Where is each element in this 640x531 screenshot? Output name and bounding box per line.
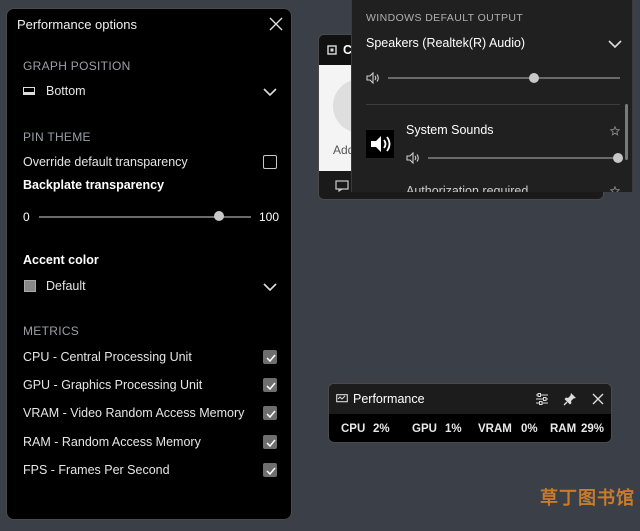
metric-name-gpu: GPU [412, 423, 437, 435]
metric-name-ram: RAM [550, 423, 577, 435]
chevron-down-icon[interactable] [263, 87, 277, 97]
metrics-heading: METRICS [23, 324, 80, 338]
performance-monitor-icon [336, 394, 348, 403]
metric-value-ram: 29% [581, 423, 605, 435]
accent-color-swatch [24, 280, 36, 292]
metric-checkbox-vram[interactable] [263, 406, 277, 420]
star-icon[interactable] [610, 126, 620, 136]
metric-value-cpu: 2% [373, 423, 390, 435]
star-icon[interactable] [610, 186, 620, 192]
checkmark-icon [266, 439, 276, 448]
master-volume-thumb[interactable] [529, 73, 540, 83]
metric-label-cpu: CPU - Central Processing Unit [23, 350, 192, 364]
checkmark-icon [266, 382, 276, 391]
metric-checkbox-ram[interactable] [263, 435, 277, 449]
metric-label-vram: VRAM - Video Random Access Memory [23, 406, 245, 420]
metric-checkbox-cpu[interactable] [263, 350, 277, 364]
metric-checkbox-gpu[interactable] [263, 378, 277, 392]
chevron-down-icon[interactable] [263, 282, 277, 292]
metric-checkbox-fps[interactable] [263, 463, 277, 477]
speaker-volume-icon [366, 72, 379, 84]
performance-widget-title: Performance [353, 392, 425, 406]
chevron-down-icon[interactable] [608, 39, 622, 49]
options-header: Performance options [7, 9, 291, 39]
settings-sliders-icon[interactable] [535, 393, 549, 405]
close-icon[interactable] [591, 392, 605, 406]
checkmark-icon [266, 467, 276, 476]
accent-color-value[interactable]: Default [46, 279, 86, 293]
system-sounds-volume-thumb[interactable] [613, 153, 623, 163]
capture-icon [327, 45, 337, 55]
authorization-app-label: Authorization required [406, 184, 529, 192]
backplate-transparency-label: Backplate transparency [23, 178, 165, 192]
system-sounds-app-icon [366, 130, 394, 158]
audio-output-header: WINDOWS DEFAULT OUTPUT [366, 12, 524, 24]
checkmark-icon [266, 410, 276, 419]
metric-name-vram: VRAM [478, 423, 512, 435]
bottom-position-icon [23, 87, 35, 95]
metric-label-fps: FPS - Frames Per Second [23, 463, 170, 477]
metric-label-gpu: GPU - Graphics Processing Unit [23, 378, 203, 392]
graph-position-value[interactable]: Bottom [46, 84, 86, 98]
performance-widget-header: Performance [329, 384, 611, 414]
graph-position-heading: GRAPH POSITION [23, 59, 131, 73]
metric-value-gpu: 1% [445, 423, 462, 435]
performance-widget: Performance CPU 2% GPU 1% VRAM 0% RAM 29… [328, 383, 612, 443]
app-volume-icon [406, 152, 419, 164]
metric-name-cpu: CPU [341, 423, 366, 435]
override-transparency-checkbox[interactable] [263, 155, 277, 169]
audio-device-select[interactable]: Speakers (Realtek(R) Audio) [366, 36, 525, 50]
system-sounds-speaker-icon [371, 136, 391, 152]
slider-max-label: 100 [259, 210, 280, 224]
metric-label-ram: RAM - Random Access Memory [23, 435, 201, 449]
pin-theme-heading: PIN THEME [23, 130, 91, 144]
close-icon[interactable] [267, 15, 285, 33]
watermark-text: 草丁图书馆 [540, 488, 635, 508]
accent-color-label: Accent color [23, 253, 99, 267]
audio-panel: WINDOWS DEFAULT OUTPUT Speakers (Realtek… [351, 0, 633, 192]
override-transparency-label: Override default transparency [23, 155, 188, 169]
checkmark-icon [266, 354, 276, 363]
audio-scrollbar[interactable] [625, 104, 628, 160]
system-sounds-volume-slider[interactable] [428, 157, 618, 159]
metric-value-vram: 0% [521, 423, 538, 435]
slider-min-label: 0 [23, 210, 30, 224]
pin-icon[interactable] [563, 392, 577, 406]
backplate-transparency-thumb[interactable] [214, 211, 225, 221]
system-sounds-label: System Sounds [406, 123, 494, 137]
audio-divider [366, 104, 620, 105]
options-title: Performance options [17, 17, 137, 32]
performance-options-panel: Performance options GRAPH POSITION Botto… [6, 8, 292, 520]
master-volume-slider[interactable] [388, 77, 620, 79]
message-icon[interactable] [335, 180, 349, 192]
